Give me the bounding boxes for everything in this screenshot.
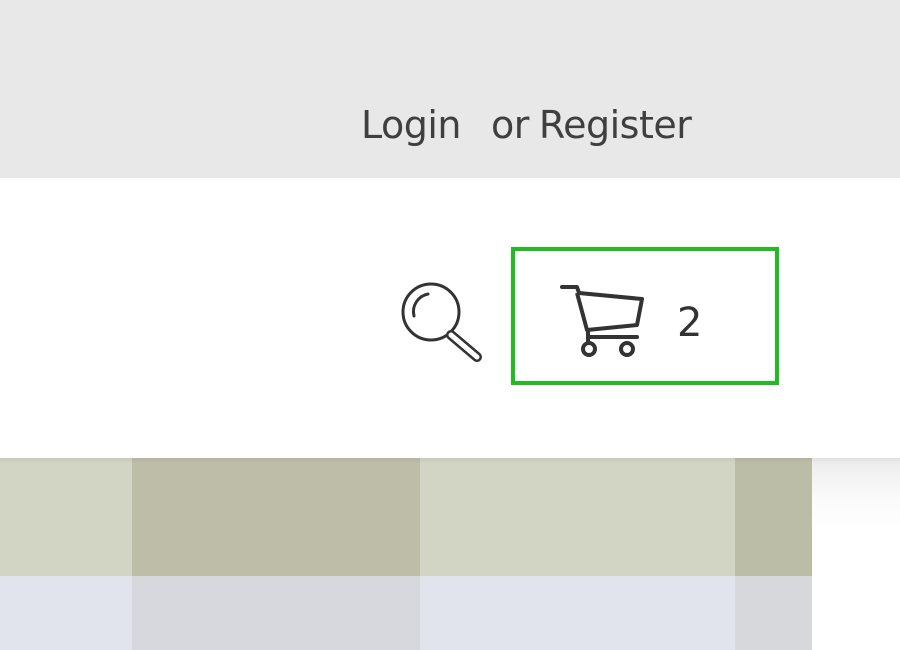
header-shadow bbox=[0, 458, 900, 464]
login-link[interactable]: Login bbox=[361, 103, 462, 147]
or-text: or bbox=[491, 103, 529, 147]
page: Login or Register 2 bbox=[0, 0, 900, 650]
top-utility-bar: Login or Register bbox=[0, 0, 900, 178]
register-link[interactable]: Register bbox=[539, 103, 692, 147]
search-icon bbox=[401, 282, 482, 362]
account-links: Login or Register bbox=[361, 100, 692, 150]
search-button[interactable] bbox=[398, 280, 484, 366]
shopping-cart-icon bbox=[560, 285, 644, 357]
gingham-pattern bbox=[0, 458, 812, 650]
cart-count: 2 bbox=[677, 300, 703, 346]
hero-image bbox=[0, 458, 812, 650]
cart-button[interactable]: 2 bbox=[511, 247, 779, 385]
hero-right-gutter bbox=[812, 458, 900, 650]
